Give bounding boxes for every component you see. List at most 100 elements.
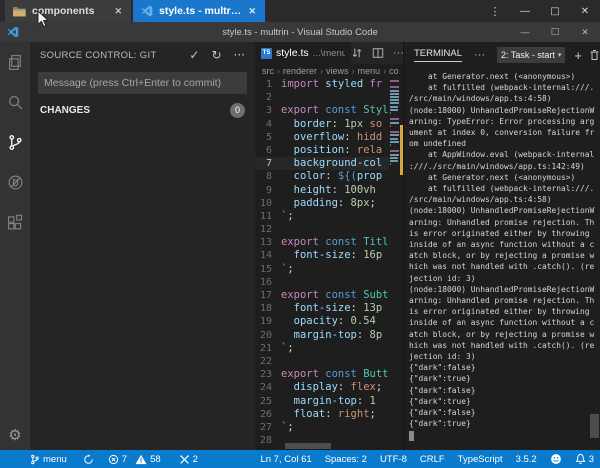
extensions-icon[interactable]: [0, 202, 30, 242]
terminal-scrollbar[interactable]: [590, 414, 599, 438]
breadcrumb-item[interactable]: menu: [358, 66, 381, 76]
terminal-instance-dropdown[interactable]: 2: Task - start ▾: [497, 47, 565, 63]
new-terminal-icon[interactable]: +: [574, 48, 582, 63]
code-line[interactable]: 12: [255, 223, 403, 236]
terminal-line: {"dark":true}: [409, 396, 600, 407]
maximize-icon[interactable]: □: [540, 22, 570, 42]
terminal-line: hich was not handled with .catch(). (re: [409, 261, 600, 272]
close-icon[interactable]: ✕: [247, 6, 257, 17]
code-line[interactable]: 19 opacity: 0.54: [255, 315, 403, 328]
chevron-right-icon: ›: [277, 66, 280, 76]
sync-indicator[interactable]: [83, 454, 94, 465]
window-controls: ⋮ — □ ✕: [480, 0, 600, 22]
close-icon[interactable]: ✕: [570, 22, 600, 42]
sync-icon: [83, 454, 94, 465]
notifications-bell[interactable]: 3: [575, 453, 594, 465]
search-icon[interactable]: [0, 82, 30, 122]
explorer-icon[interactable]: [0, 42, 30, 82]
code-line[interactable]: 10 padding: 8px;: [255, 197, 403, 210]
chevron-down-icon: ▾: [558, 51, 562, 59]
source-control-icon[interactable]: [0, 122, 30, 162]
breadcrumb-item[interactable]: src: [262, 66, 274, 76]
minimize-icon[interactable]: —: [510, 0, 540, 22]
code-line[interactable]: 26 float: right;: [255, 408, 403, 421]
status-item[interactable]: Ln 7, Col 61: [260, 454, 311, 465]
terminal-line: at fulfilled (webpack-internal:///.: [409, 183, 600, 194]
code-line[interactable]: 20 margin-top: 8p: [255, 329, 403, 342]
status-item[interactable]: Spaces: 2: [325, 454, 367, 465]
settings-gear-icon[interactable]: ⚙: [8, 426, 21, 444]
commit-message-input[interactable]: [38, 72, 247, 94]
code-line[interactable]: 18 font-size: 13p: [255, 302, 403, 315]
code-line[interactable]: 15`;: [255, 263, 403, 276]
error-count[interactable]: 7: [108, 454, 127, 465]
terminal-line: /src/main/windows/app.ts:4:58): [409, 194, 600, 205]
close-icon[interactable]: ✕: [113, 6, 123, 17]
breadcrumb-item[interactable]: co: [389, 66, 399, 76]
code-line[interactable]: 11`;: [255, 210, 403, 223]
terminal-line: {"dark":true}: [409, 418, 600, 429]
code-line[interactable]: 17export const Subt: [255, 289, 403, 302]
code-line[interactable]: 3export const Styl: [255, 104, 403, 117]
typescript-file-icon: TS: [261, 48, 272, 59]
terminal-line: at Generator.next (<anonymous>): [409, 172, 600, 183]
code-line[interactable]: 9 height: 100vh: [255, 184, 403, 197]
code-line[interactable]: 24 display: flex;: [255, 381, 403, 394]
status-item[interactable]: CRLF: [420, 454, 445, 465]
mouse-pointer-icon: [37, 10, 50, 34]
warning-count[interactable]: 58: [135, 454, 161, 465]
maximize-icon[interactable]: □: [540, 0, 570, 22]
window-tab-bar: components ✕ style.ts - multrin - ... ✕ …: [0, 0, 600, 22]
code-line[interactable]: 25 margin-top: 1: [255, 395, 403, 408]
terminal-line: {"dark":false}: [409, 362, 600, 373]
code-line[interactable]: 16: [255, 276, 403, 289]
code-line[interactable]: 1import styled fr: [255, 78, 403, 91]
feedback-smiley[interactable]: [550, 453, 562, 465]
horizontal-scrollbar[interactable]: [285, 443, 331, 449]
status-item[interactable]: TypeScript: [458, 454, 503, 465]
running-tasks-indicator[interactable]: 2: [179, 454, 198, 465]
commit-check-icon[interactable]: ✓: [189, 48, 199, 62]
code-editor[interactable]: 1import styled fr23export const Styl4 bo…: [255, 78, 403, 450]
status-bar: menu 7 58 2 Ln 7,: [0, 450, 600, 468]
terminal-dropdown-value: 2: Task - start: [501, 50, 555, 60]
window-tab-vscode[interactable]: style.ts - multrin - ... ✕: [133, 0, 265, 22]
terminal-more-icon[interactable]: ···: [474, 49, 485, 61]
changes-section-header[interactable]: CHANGES 0: [30, 100, 255, 120]
code-line[interactable]: 8 color: ${(prop: [255, 170, 403, 183]
terminal-body[interactable]: at Generator.next (<anonymous>) at fulfi…: [404, 68, 600, 450]
editor-tab-style-ts[interactable]: TS style.ts ...\menu\: [255, 42, 351, 64]
status-item[interactable]: 3.5.2: [516, 454, 537, 465]
code-line[interactable]: 4 border: 1px so: [255, 118, 403, 131]
kill-terminal-icon[interactable]: [589, 49, 600, 61]
status-item[interactable]: UTF-8: [380, 454, 407, 465]
code-line[interactable]: 27`;: [255, 421, 403, 434]
terminal-line: om undefined: [409, 138, 600, 149]
close-icon[interactable]: ✕: [570, 0, 600, 22]
code-line[interactable]: 14 font-size: 16p: [255, 249, 403, 262]
vscode-logo-icon: [141, 5, 153, 17]
code-line[interactable]: 23export const Butt: [255, 368, 403, 381]
code-line[interactable]: 22: [255, 355, 403, 368]
git-branch-indicator[interactable]: menu: [30, 454, 67, 465]
terminal-line: arning: Unhandled promise rejection. Th: [409, 217, 600, 228]
code-line[interactable]: 21`;: [255, 342, 403, 355]
code-line[interactable]: 7 background-col: [255, 157, 403, 170]
breadcrumb-item[interactable]: views: [326, 66, 349, 76]
split-editor-icon[interactable]: [372, 47, 384, 59]
code-line[interactable]: 13export const Titl: [255, 236, 403, 249]
refresh-icon[interactable]: ↻: [211, 48, 221, 62]
overflow-menu-icon[interactable]: ⋮: [480, 0, 510, 22]
code-line[interactable]: 2: [255, 91, 403, 104]
tools-icon: [179, 454, 190, 465]
debug-icon[interactable]: [0, 162, 30, 202]
compare-changes-icon[interactable]: [351, 47, 363, 59]
breadcrumb-item[interactable]: renderer: [283, 66, 317, 76]
minimize-icon[interactable]: —: [510, 22, 540, 42]
code-line[interactable]: 6 position: rela: [255, 144, 403, 157]
tab-terminal[interactable]: TERMINAL: [414, 48, 462, 62]
more-actions-icon[interactable]: ···: [234, 48, 245, 62]
chevron-right-icon: ›: [383, 66, 386, 76]
code-line[interactable]: 5 overflow: hidd: [255, 131, 403, 144]
window-tab-components[interactable]: components ✕: [5, 0, 131, 22]
